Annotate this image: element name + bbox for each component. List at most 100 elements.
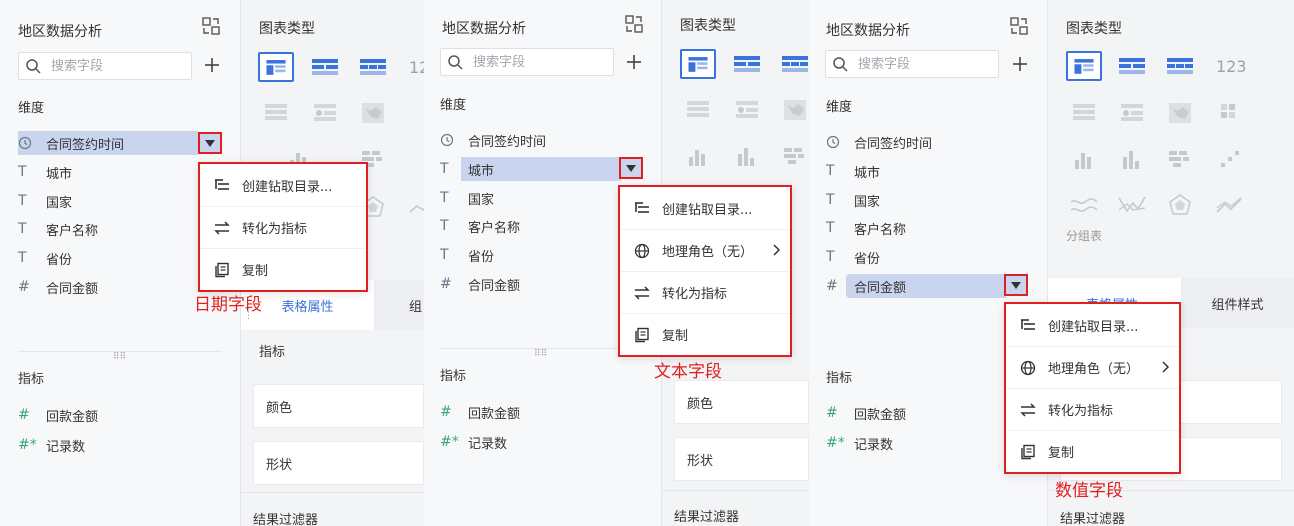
map-chart-icon[interactable] [777, 95, 809, 125]
field-item[interactable]: T 省份 [440, 243, 640, 267]
add-field-icon[interactable] [202, 55, 222, 75]
field-item[interactable]: T 国家 [440, 186, 640, 210]
add-field-icon[interactable] [624, 52, 644, 72]
field-item[interactable]: # 回款金额 [18, 403, 218, 427]
menu-item-convert-metric[interactable]: 转化为指标 [620, 271, 790, 313]
column-chart-icon[interactable] [729, 142, 765, 172]
map-chart-icon[interactable] [355, 98, 391, 128]
field-item[interactable]: 合同签约时间 [440, 128, 640, 152]
search-input[interactable] [51, 57, 181, 75]
field-item[interactable]: # 合同金额 [826, 274, 1026, 298]
menu-item-copy[interactable]: 复制 [620, 313, 790, 355]
table-chart-icon[interactable] [680, 49, 716, 79]
field-item[interactable]: T 省份 [18, 246, 218, 270]
field-item[interactable]: # 回款金额 [826, 401, 1026, 425]
field-item[interactable]: #* 记录数 [440, 430, 640, 454]
grouped-table-icon[interactable] [1066, 98, 1102, 128]
field-name: 合同金额 [854, 280, 907, 296]
crosstab-chart-icon[interactable] [729, 49, 765, 79]
field-dropdown-button[interactable] [619, 157, 643, 179]
grouped-table-icon[interactable] [258, 98, 294, 128]
detail-table-icon[interactable] [777, 49, 809, 79]
text-type-icon: T [18, 250, 27, 266]
polyline-chart-icon[interactable] [1114, 190, 1150, 220]
field-item[interactable]: T 国家 [826, 188, 1026, 212]
field-name: 回款金额 [468, 406, 521, 422]
search-icon [26, 59, 41, 74]
menu-item-copy[interactable]: 复制 [200, 248, 366, 290]
indicator-card-icon[interactable] [1114, 98, 1150, 128]
resize-grip-icon[interactable]: ⠿⠿ [113, 352, 126, 362]
resize-grip-icon[interactable]: ⠿⠿ [534, 349, 547, 359]
stacked-bar-icon[interactable] [1162, 145, 1198, 175]
tab-component-style[interactable]: 组件样式 [1181, 278, 1294, 328]
line-chart-icon[interactable] [406, 192, 424, 222]
field-item[interactable]: # 回款金额 [440, 400, 640, 424]
field-item[interactable]: T 客户名称 [826, 216, 1026, 240]
map-chart-icon[interactable] [1162, 98, 1198, 128]
menu-item-create-drill[interactable]: 创建钻取目录... [1006, 304, 1179, 346]
menu-item-create-drill[interactable]: 创建钻取目录... [200, 164, 366, 206]
detail-table-icon[interactable] [1162, 51, 1198, 81]
detail-table-icon[interactable] [355, 52, 391, 82]
menu-item-geo-role[interactable]: 地理角色（无） [1006, 346, 1179, 388]
grouped-table-icon[interactable] [680, 95, 716, 125]
menu-item-copy[interactable]: 复制 [1006, 430, 1179, 472]
tab-component-style[interactable]: 组 [374, 280, 424, 330]
field-name: 国家 [854, 194, 881, 210]
stacked-bar-icon[interactable] [777, 142, 809, 172]
field-item[interactable]: #* 记录数 [826, 431, 1026, 455]
area-chart-icon[interactable] [1066, 190, 1102, 220]
search-input[interactable] [858, 55, 988, 73]
kpi-chart-icon[interactable]: 123 [1216, 57, 1247, 76]
table-chart-icon[interactable] [1066, 51, 1102, 81]
add-field-icon[interactable] [1010, 54, 1030, 74]
field-dropdown-button[interactable] [198, 132, 222, 154]
menu-item-convert-metric[interactable]: 转化为指标 [200, 206, 366, 248]
chevron-right-icon [1162, 361, 1170, 373]
table-chart-icon[interactable] [258, 52, 294, 82]
field-item[interactable]: T 省份 [826, 245, 1026, 269]
field-item[interactable]: # 合同金额 [18, 275, 218, 299]
menu-item-label: 转化为指标 [1048, 404, 1114, 419]
radar-chart-icon[interactable] [1162, 190, 1198, 220]
field-item[interactable]: T 客户名称 [440, 214, 640, 238]
menu-item-create-drill[interactable]: 创建钻取目录... [620, 187, 790, 229]
menu-item-label: 创建钻取目录... [242, 179, 333, 195]
field-dropdown-button[interactable] [1004, 274, 1028, 296]
color-property[interactable]: 颜色 [674, 380, 809, 424]
search-input[interactable] [473, 53, 603, 71]
field-item[interactable]: T 客户名称 [18, 217, 218, 241]
field-item[interactable]: 合同签约时间 [18, 131, 218, 155]
field-item[interactable]: # 合同金额 [440, 272, 640, 296]
menu-item-convert-metric[interactable]: 转化为指标 [1006, 388, 1179, 430]
field-item[interactable]: T 国家 [18, 189, 218, 213]
text-type-icon: T [18, 221, 27, 237]
column-chart-icon[interactable] [1114, 145, 1150, 175]
line-chart-icon[interactable] [1211, 190, 1247, 220]
indicator-card-icon[interactable] [307, 98, 343, 128]
field-item[interactable]: T 城市 [18, 160, 218, 184]
menu-item-geo-role[interactable]: 地理角色（无） [620, 229, 790, 271]
crosstab-chart-icon[interactable] [1114, 51, 1150, 81]
scatter-chart-icon[interactable] [1211, 145, 1247, 175]
field-name: 省份 [46, 252, 73, 268]
number-type-icon: # [18, 279, 30, 295]
bar-chart-icon[interactable] [1066, 145, 1102, 175]
field-item[interactable]: #* 记录数 [18, 433, 218, 457]
field-item[interactable]: 合同签约时间 [826, 130, 1026, 154]
field-item[interactable]: T 城市 [826, 159, 1026, 183]
field-name: 记录数 [46, 439, 86, 455]
shape-property[interactable]: 形状 [253, 441, 424, 485]
color-property[interactable]: 颜色 [253, 384, 424, 428]
crosstab-chart-icon[interactable] [307, 52, 343, 82]
switch-dataset-icon[interactable] [1009, 16, 1029, 36]
shape-property[interactable]: 形状 [674, 437, 809, 481]
indicator-card-icon[interactable] [729, 95, 765, 125]
switch-dataset-icon[interactable] [201, 16, 221, 36]
kpi-chart-icon[interactable]: 12 [409, 58, 424, 77]
bar-chart-icon[interactable] [680, 142, 716, 172]
field-item[interactable]: T 城市 [440, 157, 640, 181]
switch-dataset-icon[interactable] [624, 14, 644, 34]
heatmap-chart-icon[interactable] [1211, 98, 1247, 128]
